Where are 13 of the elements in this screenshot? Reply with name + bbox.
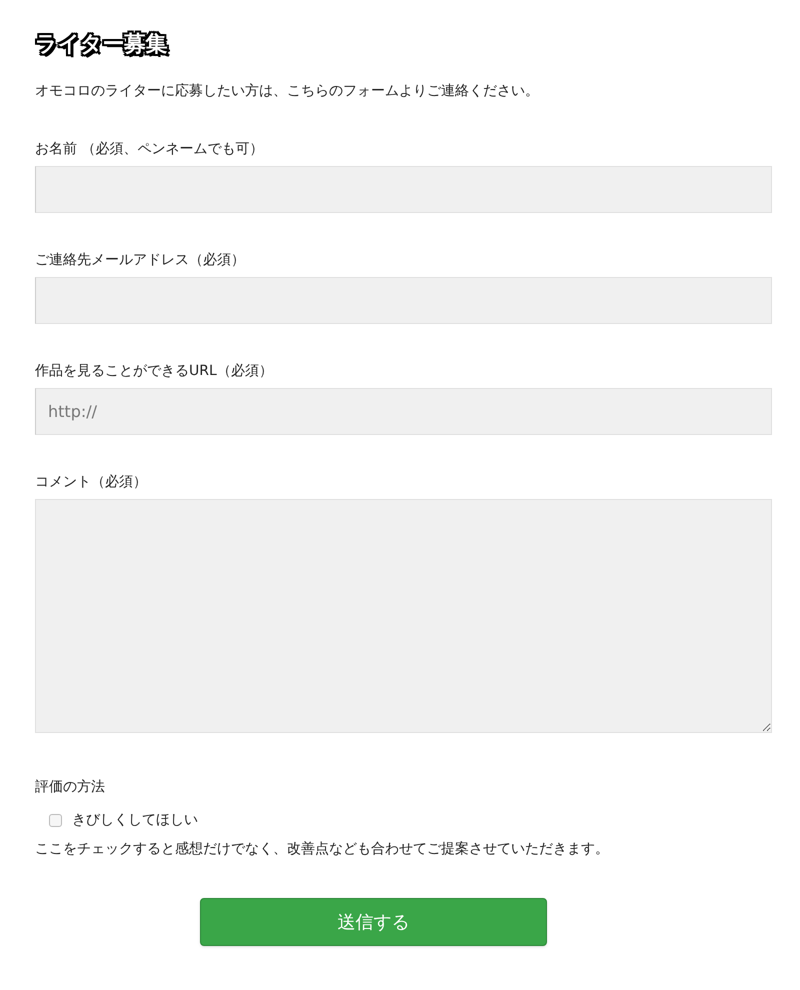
intro-text: オモコロのライターに応募したい方は、こちらのフォームよりご連絡ください。	[35, 82, 540, 101]
rating-label: 評価の方法	[35, 778, 105, 797]
field-label: ご連絡先メールアドレス（必須）	[35, 251, 245, 270]
input-field[interactable]: http://	[35, 388, 772, 435]
rating-note: ここをチェックすると感想だけでなく、改善点なども合わせてご提案させていただきます。	[35, 840, 610, 859]
field-label: お名前 （必須、ペンネームでも可）	[35, 140, 264, 159]
comment-field[interactable]	[35, 499, 772, 733]
checkbox-label[interactable]: きびしくしてほしい	[72, 810, 198, 831]
field-label: 作品を見ることができるURL（必須）	[35, 362, 273, 381]
input-field[interactable]	[35, 166, 772, 213]
field-label: コメント（必須）	[35, 473, 147, 492]
checkbox[interactable]	[49, 814, 62, 827]
input-field[interactable]	[35, 277, 772, 324]
